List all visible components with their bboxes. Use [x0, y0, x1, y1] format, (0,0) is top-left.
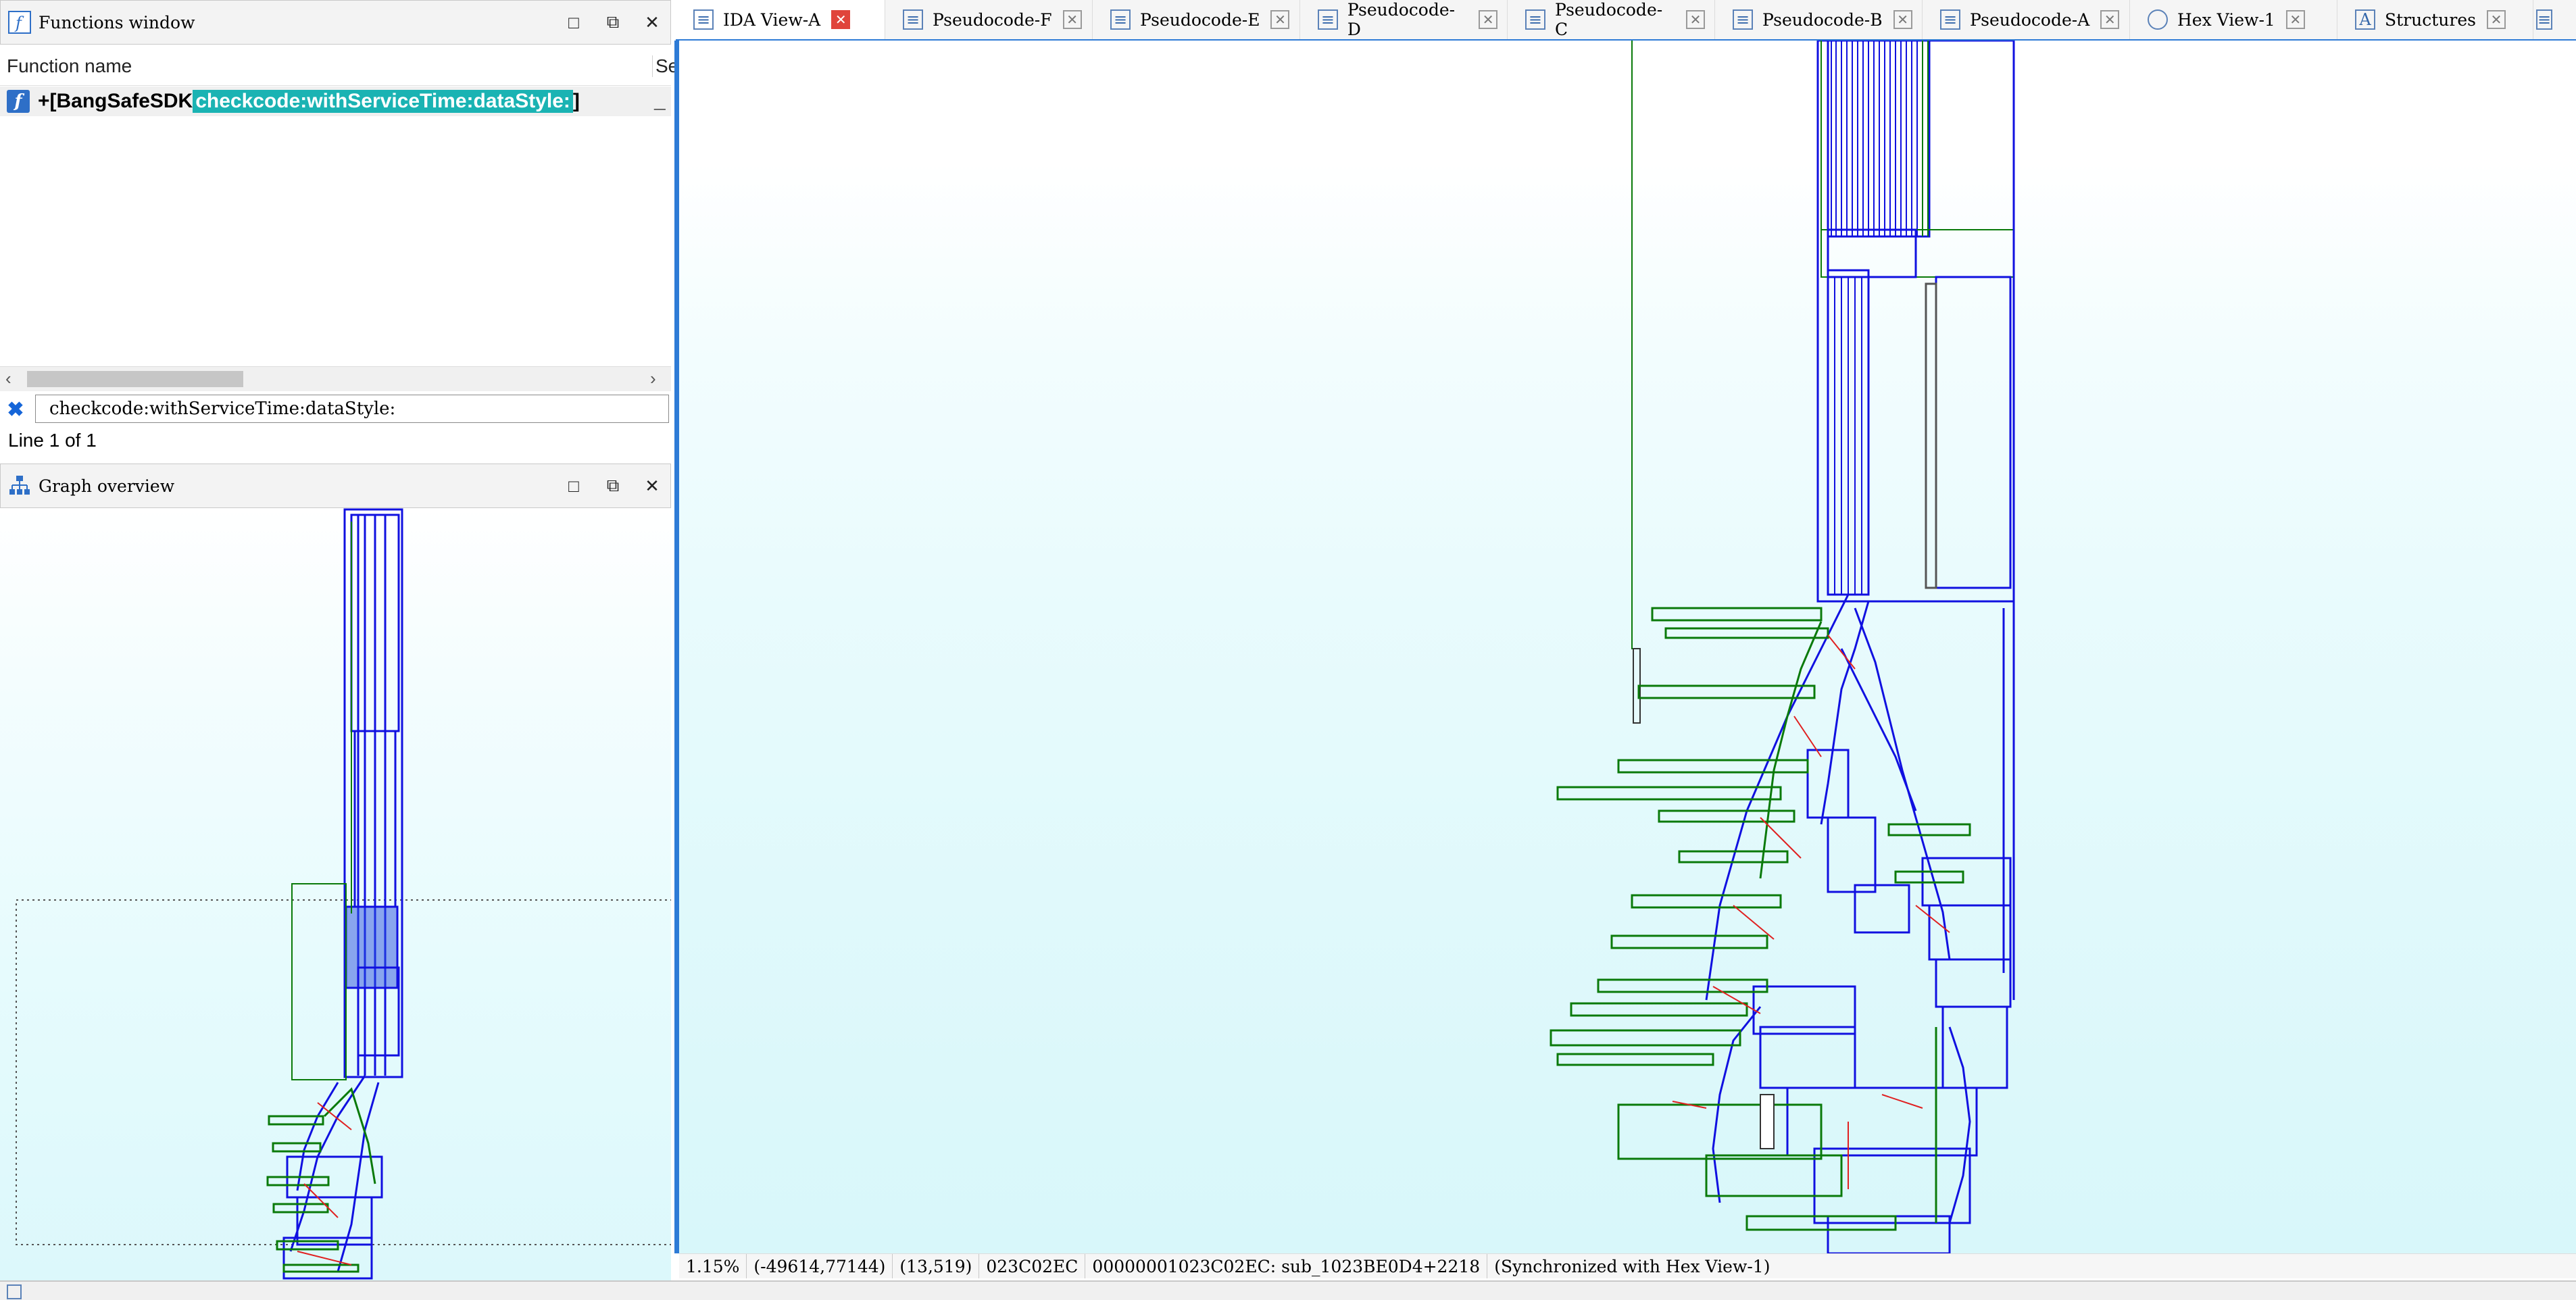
pseudocode-icon: ≡	[1318, 9, 1338, 30]
graph-coordinates: (-49614,77144)	[747, 1254, 893, 1278]
tab-label: Pseudocode-F	[933, 9, 1052, 30]
horizontal-scrollbar[interactable]: ‹ ›	[0, 366, 671, 391]
function-segment: _	[654, 90, 666, 112]
left-dock: f Functions window □ ⧉ ✕ Function name S…	[0, 0, 678, 1280]
function-name-prefix: +[BangSafeSDK	[38, 90, 193, 112]
view-focus-border	[674, 41, 679, 1253]
zoom-level: 1.15%	[679, 1254, 747, 1278]
graph-status-bar: 1.15% (-49614,77144) (13,519) 023C02EC 0…	[679, 1253, 2576, 1278]
struct-icon: A	[2355, 9, 2375, 30]
scrollbar-thumb[interactable]	[27, 371, 243, 387]
cursor-position: (13,519)	[893, 1254, 980, 1278]
close-icon[interactable]: ✕	[1270, 10, 1290, 29]
functions-window-title: Functions window	[39, 12, 195, 32]
functions-list-header: Function name Se	[0, 47, 678, 86]
control-flow-graph	[1550, 39, 2015, 1255]
close-icon[interactable]: ✕	[1479, 10, 1497, 29]
tab-structures[interactable]: A Structures ✕	[2337, 0, 2533, 39]
disasm-icon: ≡	[693, 9, 714, 30]
graph-overview-icon	[6, 472, 33, 499]
tab-pseudocode-e[interactable]: ≡ Pseudocode-E ✕	[1093, 0, 1300, 39]
maximize-icon[interactable]: □	[564, 12, 584, 32]
close-icon[interactable]: ✕	[642, 12, 662, 32]
scroll-left-icon[interactable]: ‹	[5, 368, 11, 389]
close-icon[interactable]: ✕	[1686, 10, 1705, 29]
tab-bar: ≡ IDA View-A ✕ ≡ Pseudocode-F ✕ ≡ Pseudo…	[676, 0, 2576, 41]
tab-pseudocode-b[interactable]: ≡ Pseudocode-B ✕	[1715, 0, 1923, 39]
close-icon[interactable]: ✕	[831, 10, 851, 29]
functions-window-titlebar: f Functions window □ ⧉ ✕	[0, 0, 671, 45]
tab-pseudocode-a[interactable]: ≡ Pseudocode-A ✕	[1923, 0, 2130, 39]
graph-overview-drawing	[16, 508, 672, 1280]
filter-input[interactable]: checkcode:withServiceTime:dataStyle:	[35, 395, 669, 423]
tab-label: Pseudocode-B	[1762, 9, 1883, 30]
tab-label: Pseudocode-A	[1970, 9, 2090, 30]
function-name-suffix: ]	[572, 90, 580, 112]
tab-pseudocode-f[interactable]: ≡ Pseudocode-F ✕	[885, 0, 1093, 39]
bottom-dock-strip	[0, 1280, 2576, 1300]
scroll-right-icon[interactable]: ›	[650, 368, 656, 389]
tab-label: Hex View-1	[2177, 9, 2275, 30]
column-function-name[interactable]: Function name	[7, 55, 132, 77]
close-icon[interactable]: ✕	[642, 476, 662, 496]
pseudocode-icon: ≡	[1110, 9, 1131, 30]
graph-overview-canvas[interactable]	[0, 508, 672, 1280]
output-window-icon[interactable]	[7, 1284, 22, 1299]
graph-overview-titlebar: Graph overview □ ⧉ ✕	[0, 464, 671, 508]
filter-bar: ✖ checkcode:withServiceTime:dataStyle:	[0, 393, 671, 426]
function-icon: f	[7, 90, 30, 113]
float-icon[interactable]: ⧉	[603, 475, 623, 496]
hex-icon	[2148, 9, 2168, 30]
tab-ida-view-a[interactable]: ≡ IDA View-A ✕	[676, 0, 885, 39]
pseudocode-icon: ≡	[903, 9, 923, 30]
sync-status: (Synchronized with Hex View-1)	[1494, 1256, 1770, 1276]
tab-pseudocode-c[interactable]: ≡ Pseudocode-C ✕	[1508, 0, 1715, 39]
tab-label: Pseudocode-E	[1140, 9, 1260, 30]
graph-overview-title: Graph overview	[39, 476, 175, 496]
pseudocode-icon: ≡	[1733, 9, 1753, 30]
close-icon[interactable]: ✕	[2285, 10, 2305, 29]
pseudocode-icon: ≡	[1940, 9, 1960, 30]
tab-overflow[interactable]: ≡	[2533, 0, 2560, 39]
function-icon: f	[6, 9, 33, 36]
tab-hex-view-1[interactable]: Hex View-1 ✕	[2130, 0, 2337, 39]
ida-graph-view[interactable]	[679, 39, 2576, 1255]
line-status: Line 1 of 1	[8, 430, 97, 451]
tab-label: IDA View-A	[723, 9, 821, 30]
close-icon[interactable]: ✕	[2100, 10, 2120, 29]
function-name-match: checkcode:withServiceTime:dataStyle:	[193, 90, 573, 113]
clear-filter-icon[interactable]: ✖	[5, 399, 26, 421]
tab-label: Pseudocode-C	[1554, 0, 1663, 39]
tab-label: Pseudocode-D	[1347, 0, 1456, 39]
close-icon[interactable]: ✕	[2486, 10, 2506, 29]
function-row[interactable]: f +[BangSafeSDK checkcode:withServiceTim…	[0, 86, 671, 116]
float-icon[interactable]: ⧉	[603, 11, 623, 32]
close-icon[interactable]: ✕	[1062, 10, 1082, 29]
maximize-icon[interactable]: □	[564, 476, 584, 496]
pseudocode-icon: ≡	[1525, 9, 1545, 30]
file-offset: 023C02EC	[979, 1254, 1086, 1278]
more-tabs-icon[interactable]: ≡	[2536, 9, 2553, 30]
tab-label: Structures	[2385, 9, 2476, 30]
close-icon[interactable]: ✕	[1893, 10, 1912, 29]
current-address: 00000001023C02EC: sub_1023BE0D4+2218	[1085, 1254, 1488, 1278]
tab-pseudocode-d[interactable]: ≡ Pseudocode-D ✕	[1300, 0, 1508, 39]
